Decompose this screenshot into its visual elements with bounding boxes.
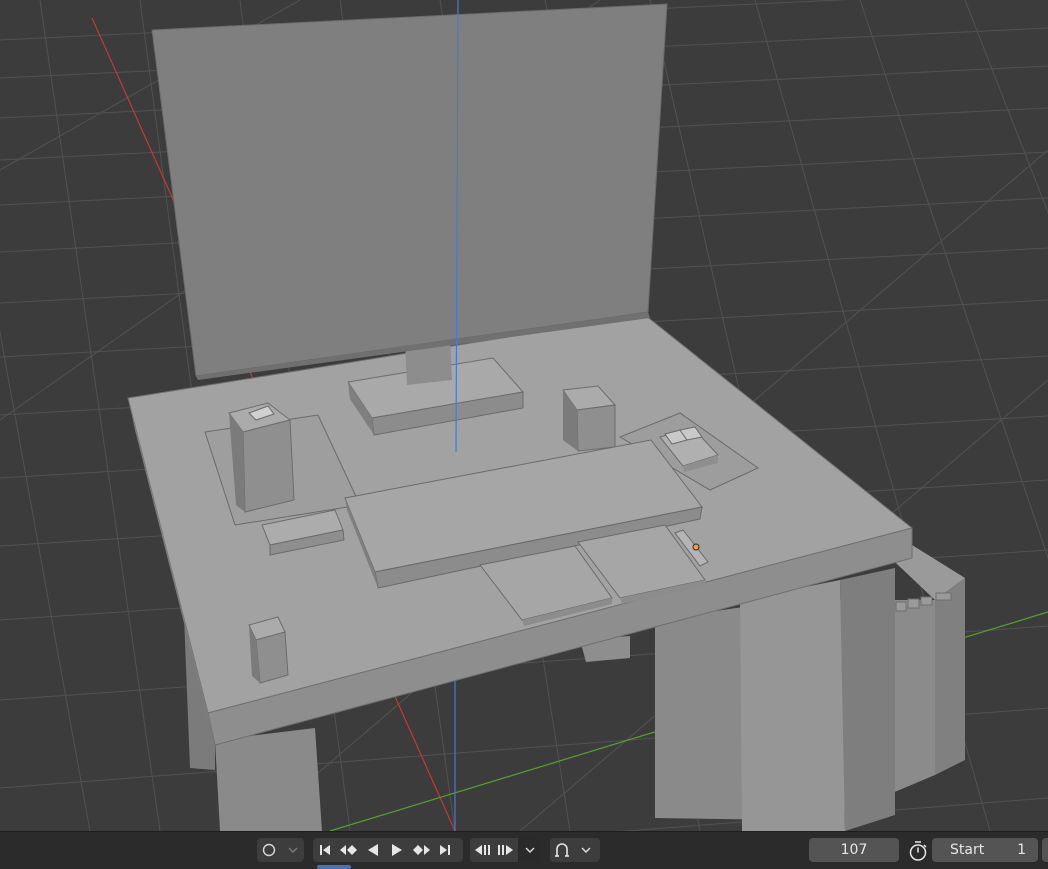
step-forward-button[interactable] [494, 838, 518, 862]
playback-group [313, 838, 463, 862]
play-reverse-button[interactable] [361, 838, 385, 862]
small-cube [248, 616, 289, 684]
chevron-down-icon [525, 847, 535, 853]
frame-step-group [470, 838, 542, 862]
start-frame-label: Start [950, 842, 985, 858]
current-frame-value: 107 [840, 842, 868, 858]
magnet-icon [555, 843, 569, 857]
playback-dropdown[interactable] [518, 838, 542, 862]
stopwatch-icon[interactable] [906, 840, 930, 862]
keying-dropdown[interactable] [281, 838, 304, 862]
jump-start-icon [320, 845, 330, 855]
next-keyframe-icon [413, 845, 430, 855]
object-origin-dot [692, 543, 700, 551]
start-frame-field[interactable]: Start 1 [932, 838, 1038, 862]
step-forward-icon [498, 845, 513, 855]
end-frame-field[interactable] [1042, 838, 1048, 862]
playhead-indicator[interactable] [317, 865, 351, 869]
monitor-screen [151, 3, 668, 377]
play-button[interactable] [385, 838, 409, 862]
auto-keying-toggle[interactable] [257, 838, 281, 862]
snapping-toggle[interactable] [550, 838, 574, 862]
current-frame-field[interactable]: 107 [809, 838, 899, 862]
jump-end-button[interactable] [433, 838, 457, 862]
keying-group [257, 838, 304, 862]
chevron-down-icon [288, 847, 297, 853]
viewport-canvas[interactable] [0, 0, 1048, 831]
timeline-header: 107 Start 1 [0, 831, 1048, 869]
play-icon [392, 844, 402, 856]
chevron-down-icon [581, 847, 591, 853]
snapping-dropdown[interactable] [574, 838, 598, 862]
play-reverse-icon [368, 844, 378, 856]
circle-icon [262, 843, 276, 857]
speaker-left [228, 402, 295, 513]
next-keyframe-button[interactable] [409, 838, 433, 862]
desk-leg-front-left [215, 728, 322, 831]
desk-leg-front-right-side [840, 568, 895, 831]
jump-end-icon [440, 845, 450, 855]
jump-start-button[interactable] [313, 838, 337, 862]
desk-leg-front-right [740, 580, 845, 831]
start-frame-value: 1 [1017, 842, 1026, 858]
prev-keyframe-icon [340, 845, 357, 855]
speaker-right [562, 385, 617, 452]
step-back-icon [475, 845, 490, 855]
snapping-group [550, 838, 600, 862]
step-back-button[interactable] [470, 838, 494, 862]
prev-keyframe-button[interactable] [337, 838, 361, 862]
3d-viewport[interactable] [0, 0, 1048, 831]
